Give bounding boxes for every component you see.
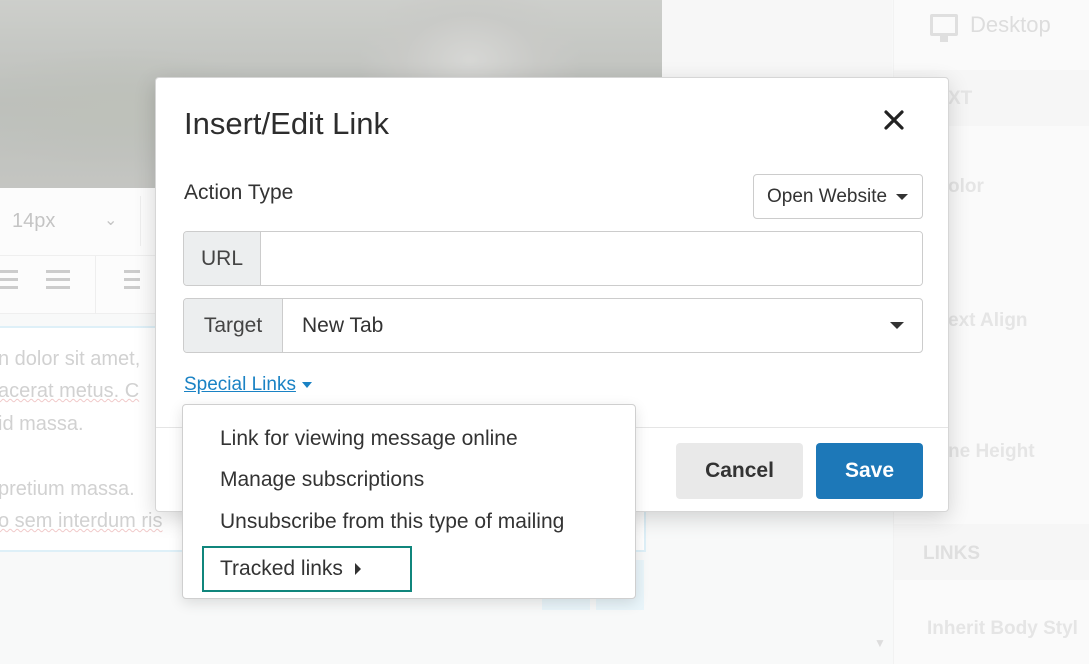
action-type-value: Open Website — [767, 185, 888, 207]
action-type-label: Action Type — [184, 181, 294, 204]
menu-item-view-online[interactable]: Link for viewing message online — [220, 427, 518, 451]
save-button[interactable]: Save — [816, 443, 923, 499]
url-input-group: URL — [183, 231, 923, 286]
caret-down-icon — [896, 193, 909, 200]
target-input-group: Target New Tab — [183, 298, 923, 353]
menu-item-manage-subscriptions[interactable]: Manage subscriptions — [220, 468, 424, 492]
caret-right-icon — [354, 563, 361, 575]
menu-item-tracked-links[interactable]: Tracked links — [202, 546, 412, 592]
tracked-links-label: Tracked links — [220, 557, 343, 580]
cancel-button[interactable]: Cancel — [676, 443, 803, 499]
target-select[interactable]: New Tab — [283, 299, 922, 352]
action-type-select[interactable]: Open Website — [753, 174, 923, 219]
caret-down-icon — [301, 382, 312, 388]
close-icon — [884, 110, 904, 130]
special-links-label: Special Links — [184, 374, 296, 395]
special-links-menu: Link for viewing message online Manage s… — [182, 404, 636, 599]
close-button[interactable] — [876, 102, 912, 138]
menu-item-unsubscribe[interactable]: Unsubscribe from this type of mailing — [220, 510, 564, 534]
special-links-toggle[interactable]: Special Links — [184, 374, 312, 396]
target-addon-label: Target — [184, 299, 283, 352]
target-value: New Tab — [302, 313, 384, 337]
caret-down-icon — [890, 322, 904, 329]
url-input[interactable] — [261, 232, 922, 285]
dialog-title: Insert/Edit Link — [184, 106, 390, 141]
url-addon-label: URL — [184, 232, 261, 285]
